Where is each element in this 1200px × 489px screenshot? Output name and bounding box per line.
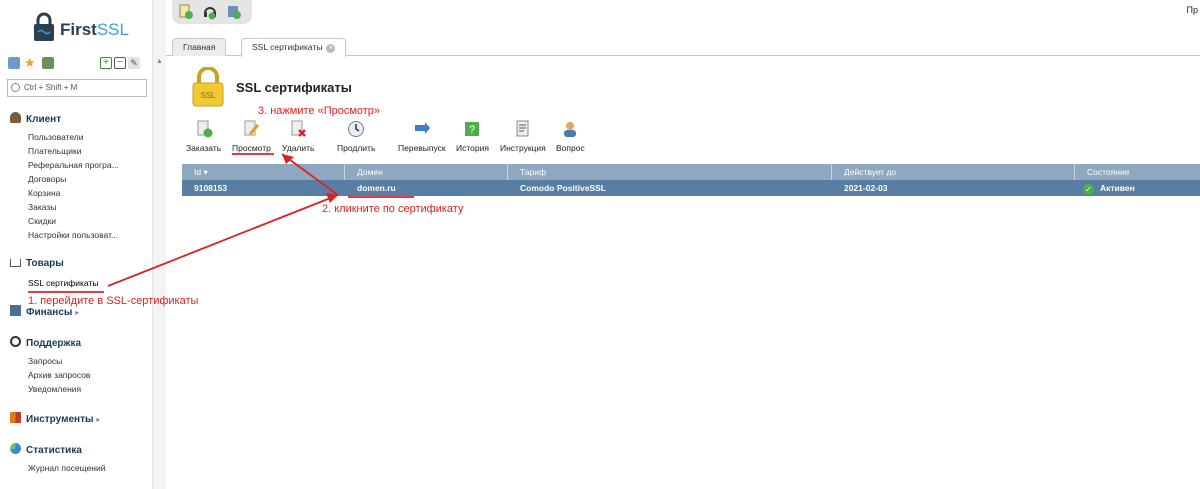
scroll-up-icon[interactable]: ▲ bbox=[156, 58, 163, 65]
sidebar-item-users[interactable]: Пользователи bbox=[28, 132, 83, 142]
logo[interactable]: FirstSSL bbox=[32, 10, 142, 50]
sidebar-section-client[interactable]: Клиент bbox=[10, 112, 61, 125]
pin-icon[interactable]: ✎ bbox=[128, 57, 140, 69]
delete-button[interactable]: Удалить bbox=[282, 120, 314, 153]
edit-doc-icon bbox=[244, 120, 260, 136]
sidebar-item-orders[interactable]: Заказы bbox=[28, 202, 56, 212]
sidebar-toolbar: ★ + − ✎ bbox=[8, 56, 148, 73]
top-bar: Пр bbox=[166, 0, 1200, 36]
close-icon[interactable]: × bbox=[326, 44, 336, 53]
tab-ssl-certificates[interactable]: SSL сертификаты × bbox=[241, 38, 347, 57]
sidebar-item-requests[interactable]: Запросы bbox=[28, 356, 62, 366]
annotation-step3: 3. нажмите «Просмотр» bbox=[258, 105, 381, 117]
cell-status: ✓ Активен bbox=[1075, 180, 1135, 196]
cell-valid-until: 2021-02-03 bbox=[844, 183, 888, 193]
sidebar-item-cart[interactable]: Корзина bbox=[28, 188, 60, 198]
column-status[interactable]: Состояние bbox=[1075, 164, 1200, 180]
renew-button[interactable]: Продлить bbox=[337, 120, 375, 153]
star-icon[interactable]: ★ bbox=[24, 56, 36, 69]
pie-chart-icon bbox=[10, 443, 21, 454]
annotation-step2: 2. кликните по сертификату bbox=[322, 203, 464, 215]
headset-icon bbox=[10, 336, 21, 347]
search-placeholder: Ctrl + Shift + M bbox=[24, 83, 78, 92]
sort-desc-icon: ▾ bbox=[203, 167, 208, 177]
sidebar-section-tools[interactable]: Инструменты ▸ bbox=[10, 412, 100, 425]
annotation-arrows bbox=[28, 153, 414, 293]
sidebar-item-discounts[interactable]: Скидки bbox=[28, 216, 56, 226]
instruction-doc-icon bbox=[516, 120, 529, 137]
sidebar-scrollbar[interactable]: ▲ bbox=[152, 0, 166, 489]
finance-add-icon[interactable] bbox=[226, 4, 242, 20]
sidebar-section-goods[interactable]: Товары bbox=[10, 258, 64, 269]
user-icon bbox=[10, 112, 21, 123]
sidebar-item-payers[interactable]: Плательщики bbox=[28, 146, 81, 156]
sidebar-item-request-archive[interactable]: Архив запросов bbox=[28, 370, 90, 380]
user-menu[interactable]: Пр bbox=[1187, 5, 1198, 15]
arrowhead-step2 bbox=[282, 154, 294, 164]
svg-text:SSL: SSL bbox=[200, 91, 216, 100]
sidebar-item-visit-log[interactable]: Журнал посещений bbox=[28, 463, 106, 473]
cell-tariff: Comodo PositiveSSL bbox=[520, 183, 606, 193]
finance-icon bbox=[10, 305, 21, 316]
tab-bar: Главная SSL сертификаты × bbox=[166, 34, 1200, 57]
chevron-right-icon: ▸ bbox=[96, 415, 101, 424]
sidebar-item-referral[interactable]: Реферальная програ... bbox=[28, 160, 119, 170]
column-domain[interactable]: Домен bbox=[345, 164, 508, 180]
person-help-icon bbox=[564, 122, 577, 137]
sidebar-item-user-settings[interactable]: Настройки пользоват... bbox=[28, 230, 118, 240]
page-title: SSL сертификаты bbox=[236, 80, 352, 95]
instruction-button[interactable]: Инструкция bbox=[500, 120, 546, 153]
sidebar-item-contracts[interactable]: Договоры bbox=[28, 174, 66, 184]
sidebar-section-support[interactable]: Поддержка bbox=[10, 336, 81, 349]
new-doc-icon[interactable] bbox=[178, 4, 194, 20]
delete-doc-icon bbox=[291, 120, 307, 137]
svg-text:?: ? bbox=[469, 124, 475, 136]
support-icon[interactable] bbox=[202, 4, 218, 20]
sidebar-item-ssl-certificates[interactable]: SSL сертификаты bbox=[28, 278, 98, 288]
tools-icon bbox=[10, 412, 21, 423]
sidebar: FirstSSL ★ + − ✎ Ctrl + Shift + M Клиент… bbox=[0, 0, 152, 489]
tree-icon[interactable] bbox=[8, 57, 20, 69]
order-button[interactable]: Заказать bbox=[186, 120, 221, 153]
sidebar-item-notifications[interactable]: Уведомления bbox=[28, 384, 81, 394]
annotation-step1: 1. перейдите в SSL-сертификаты bbox=[28, 295, 199, 307]
tab-home[interactable]: Главная bbox=[172, 38, 227, 56]
view-button[interactable]: Просмотр bbox=[232, 120, 271, 153]
column-valid-until[interactable]: Действует до bbox=[832, 164, 1075, 180]
ssl-lock-icon: SSL bbox=[192, 67, 224, 107]
sidebar-section-stats[interactable]: Статистика bbox=[10, 443, 82, 456]
collapse-all-icon[interactable]: − bbox=[114, 57, 126, 69]
add-doc-icon bbox=[197, 120, 213, 138]
column-tariff[interactable]: Тариф bbox=[508, 164, 832, 180]
clock-icon bbox=[348, 121, 365, 137]
lock-logo-icon bbox=[34, 12, 54, 41]
help-icon: ? bbox=[465, 122, 480, 136]
column-id[interactable]: Id ▾ bbox=[182, 164, 345, 180]
reissue-button[interactable]: Перевыпуск bbox=[398, 120, 446, 153]
cell-id: 9108153 bbox=[194, 183, 228, 193]
brand-name: FirstSSL bbox=[60, 20, 129, 39]
question-button[interactable]: Вопрос bbox=[556, 120, 585, 153]
quick-actions bbox=[172, 0, 252, 24]
history-button[interactable]: ? История bbox=[456, 120, 489, 153]
reissue-arrow-icon bbox=[414, 122, 430, 134]
chevron-right-icon: ▸ bbox=[75, 308, 80, 317]
menu-search-input[interactable]: Ctrl + Shift + M bbox=[7, 79, 147, 97]
certificates-table: Id ▾ Домен Тариф Действует до Состояние … bbox=[182, 164, 1200, 196]
app-window: FirstSSL ★ + − ✎ Ctrl + Shift + M Клиент… bbox=[0, 0, 1200, 489]
check-icon: ✓ bbox=[1083, 184, 1094, 195]
expand-all-icon[interactable]: + bbox=[100, 57, 112, 69]
table-header: Id ▾ Домен Тариф Действует до Состояние bbox=[182, 164, 1200, 180]
table-row[interactable]: 9108153 domen.ru Comodo PositiveSSL 2021… bbox=[182, 180, 1200, 196]
cart-icon bbox=[10, 259, 21, 267]
search-icon bbox=[11, 83, 20, 92]
building-icon[interactable] bbox=[42, 57, 54, 69]
cell-domain: domen.ru bbox=[357, 183, 396, 193]
